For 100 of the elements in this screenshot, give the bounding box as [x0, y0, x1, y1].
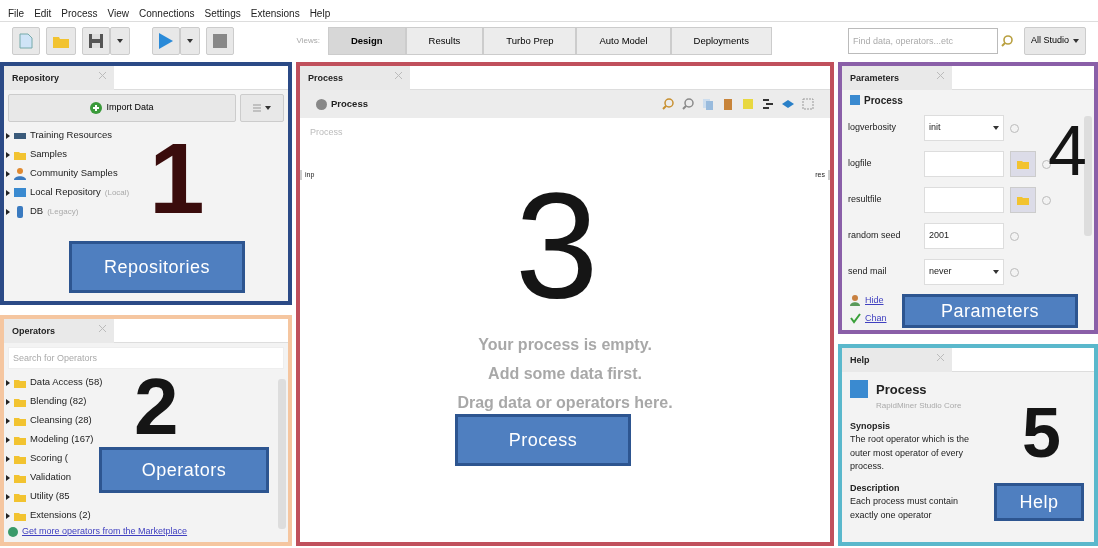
layers-icon[interactable]: [782, 98, 794, 110]
open-button[interactable]: [46, 27, 76, 55]
fit-icon[interactable]: [802, 98, 814, 110]
views-label: Views:: [296, 35, 320, 47]
annotation-number: 4: [1048, 116, 1087, 186]
parameter-field[interactable]: [924, 151, 1004, 177]
new-file-button[interactable]: [12, 27, 40, 55]
zoom-in-icon[interactable]: [662, 98, 674, 110]
panel-tab[interactable]: Help: [842, 348, 952, 372]
scope-dropdown[interactable]: All Studio: [1023, 27, 1086, 55]
save-button[interactable]: [82, 27, 110, 55]
menu-item[interactable]: Connections: [139, 6, 195, 21]
repository-menu-button[interactable]: [240, 94, 284, 122]
people-icon: [14, 167, 26, 180]
annotation-label: Help: [994, 483, 1084, 521]
tree-item[interactable]: Validation: [30, 470, 72, 485]
close-icon[interactable]: [395, 72, 402, 79]
close-icon[interactable]: [99, 72, 106, 79]
run-button[interactable]: [152, 27, 180, 55]
tree-item[interactable]: Utility (85: [30, 489, 70, 504]
expand-icon[interactable]: [6, 170, 10, 177]
tree-item[interactable]: Data Access (58): [30, 375, 103, 390]
save-menu-button[interactable]: [110, 27, 130, 55]
breadcrumb[interactable]: Process: [331, 96, 368, 112]
panel-tab[interactable]: Process: [300, 66, 410, 90]
user-icon: [850, 295, 861, 307]
run-menu-button[interactable]: [180, 27, 200, 55]
help-title: Process: [876, 381, 928, 399]
expand-icon[interactable]: [6, 398, 10, 405]
section-heading: Synopsis: [850, 419, 891, 433]
view-tab[interactable]: Turbo Prep: [483, 27, 577, 55]
expand-icon[interactable]: [6, 132, 10, 139]
arrange-icon[interactable]: [762, 98, 774, 110]
tree-item[interactable]: Cleansing (28): [30, 413, 92, 428]
menu-item[interactable]: Process: [61, 6, 98, 21]
expand-icon[interactable]: [6, 189, 10, 196]
item-note: (Legacy): [47, 205, 79, 218]
tree-item[interactable]: Local Repository: [30, 185, 101, 200]
menu-item[interactable]: View: [107, 6, 129, 21]
copy-icon[interactable]: [702, 98, 714, 110]
tree-item[interactable]: Samples: [30, 147, 67, 162]
menu-item[interactable]: File: [8, 6, 25, 21]
parameter-link[interactable]: Chan: [865, 311, 887, 325]
stop-button[interactable]: [206, 27, 234, 55]
expand-icon[interactable]: [6, 417, 10, 424]
list-icon: [253, 104, 261, 112]
expand-icon[interactable]: [6, 512, 10, 519]
marketplace-link[interactable]: Get more operators from the Marketplace: [22, 525, 188, 539]
panel-tab[interactable]: Operators: [4, 319, 114, 343]
search-icon: [1000, 35, 1013, 47]
folder-icon: [1017, 194, 1029, 206]
parameter-dropdown[interactable]: never: [924, 259, 1004, 285]
import-data-button[interactable]: Import Data: [8, 94, 236, 122]
expand-icon[interactable]: [6, 455, 10, 462]
clipboard-icon[interactable]: [722, 98, 734, 110]
parameter-field[interactable]: [924, 187, 1004, 213]
tree-item[interactable]: Modeling (167): [30, 432, 94, 447]
section-text: The root operator which is the outer most operator of every process.: [850, 433, 971, 473]
menu-item[interactable]: Settings: [204, 6, 241, 21]
tree-item[interactable]: DB: [30, 204, 44, 219]
expand-icon[interactable]: [6, 379, 10, 386]
zoom-out-icon[interactable]: [682, 98, 694, 110]
expand-icon[interactable]: [6, 436, 10, 443]
menu-item[interactable]: Help: [309, 6, 331, 21]
parameter-label: logfile: [848, 157, 873, 171]
empty-message: Add some data first.: [487, 364, 643, 384]
document-icon: [19, 33, 33, 49]
tree-item[interactable]: Blending (82): [30, 394, 87, 409]
tree-item[interactable]: Training Resources: [30, 128, 113, 143]
panel-tab[interactable]: Repository: [4, 66, 114, 90]
view-tab[interactable]: Design: [327, 27, 406, 55]
tree-item[interactable]: Community Samples: [30, 166, 118, 181]
menu-item[interactable]: Extensions: [250, 6, 300, 21]
search-field[interactable]: Find data, operators...etc: [847, 28, 998, 54]
menu-item[interactable]: Edit: [34, 6, 52, 21]
view-tab[interactable]: Results: [405, 27, 484, 55]
expand-icon[interactable]: [6, 151, 10, 158]
expand-icon[interactable]: [6, 474, 10, 481]
caret-icon: [187, 39, 193, 43]
close-icon[interactable]: [937, 72, 944, 79]
parameter-field[interactable]: 2001: [924, 223, 1004, 249]
close-icon[interactable]: [99, 325, 106, 332]
close-icon[interactable]: [937, 354, 944, 361]
expand-icon[interactable]: [6, 493, 10, 500]
operator-search-field[interactable]: Search for Operators: [8, 347, 284, 369]
caret-icon: [1073, 39, 1079, 43]
empty-message: Your process is empty.: [477, 335, 653, 355]
parameter-dropdown[interactable]: init: [924, 115, 1004, 141]
view-tab[interactable]: Auto Model: [576, 27, 671, 55]
expand-icon[interactable]: [6, 208, 10, 215]
view-tab[interactable]: Deployments: [670, 27, 772, 55]
folder-icon: [1017, 158, 1029, 170]
panel-tab[interactable]: Parameters: [842, 66, 952, 90]
parameter-label: random seed: [848, 229, 902, 243]
caret-icon: [993, 270, 999, 274]
tree-item[interactable]: Scoring (: [30, 451, 68, 466]
tree-item[interactable]: Extensions (2): [30, 508, 91, 523]
database-icon: [14, 205, 26, 218]
parameter-link[interactable]: Hide: [865, 294, 884, 308]
globe-icon: [8, 526, 18, 537]
